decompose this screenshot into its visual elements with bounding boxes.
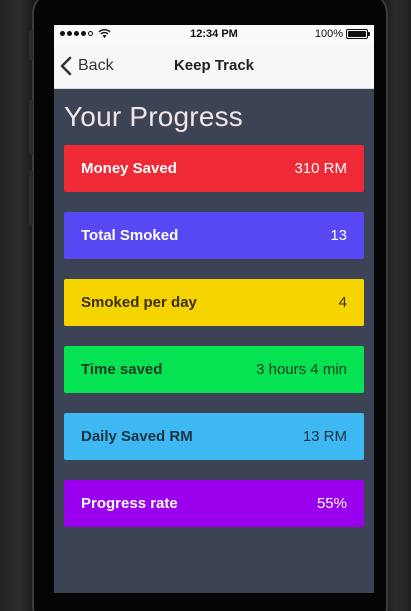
card-value: 13 RM: [302, 428, 347, 445]
card-label: Smoked per day: [81, 294, 197, 311]
phone-volume-down: [29, 170, 33, 225]
battery-percent: 100%: [314, 28, 343, 40]
card-label: Time saved: [81, 361, 163, 378]
card-progress-rate[interactable]: Progress rate 55%: [64, 480, 364, 527]
status-bar: 12:34 PM 100%: [54, 25, 374, 43]
battery-icon: [346, 29, 370, 39]
card-label: Progress rate: [81, 495, 178, 512]
background-left: [0, 0, 32, 611]
card-label: Daily Saved RM: [81, 428, 193, 445]
page-title: Your Progress: [64, 101, 243, 132]
card-value: 3 hours 4 min: [256, 361, 347, 378]
card-value: 13: [330, 227, 347, 244]
card-value: 55%: [316, 495, 347, 512]
card-total-smoked[interactable]: Total Smoked 13: [64, 212, 364, 259]
card-value: 4: [338, 294, 347, 311]
card-label: Money Saved: [81, 160, 177, 177]
battery-indicator: 100%: [314, 28, 370, 40]
phone-mute-switch: [29, 30, 33, 60]
card-daily-saved[interactable]: Daily Saved RM 13 RM: [64, 413, 364, 460]
card-time-saved[interactable]: Time saved 3 hours 4 min: [64, 346, 364, 393]
nav-title: Keep Track: [173, 57, 255, 74]
app-screen: 12:34 PM 100% Back Keep Track Your Progr…: [54, 25, 374, 593]
card-smoked-per-day[interactable]: Smoked per day 4: [64, 279, 364, 326]
navigation-bar: Back Keep Track: [54, 43, 374, 89]
phone-volume-up: [29, 100, 33, 155]
progress-cards: Money Saved 310 RM Total Smoked 13 Smoke…: [54, 145, 374, 527]
card-money-saved[interactable]: Money Saved 310 RM: [64, 145, 364, 192]
card-label: Total Smoked: [81, 227, 179, 244]
card-value: 310 RM: [294, 160, 347, 177]
